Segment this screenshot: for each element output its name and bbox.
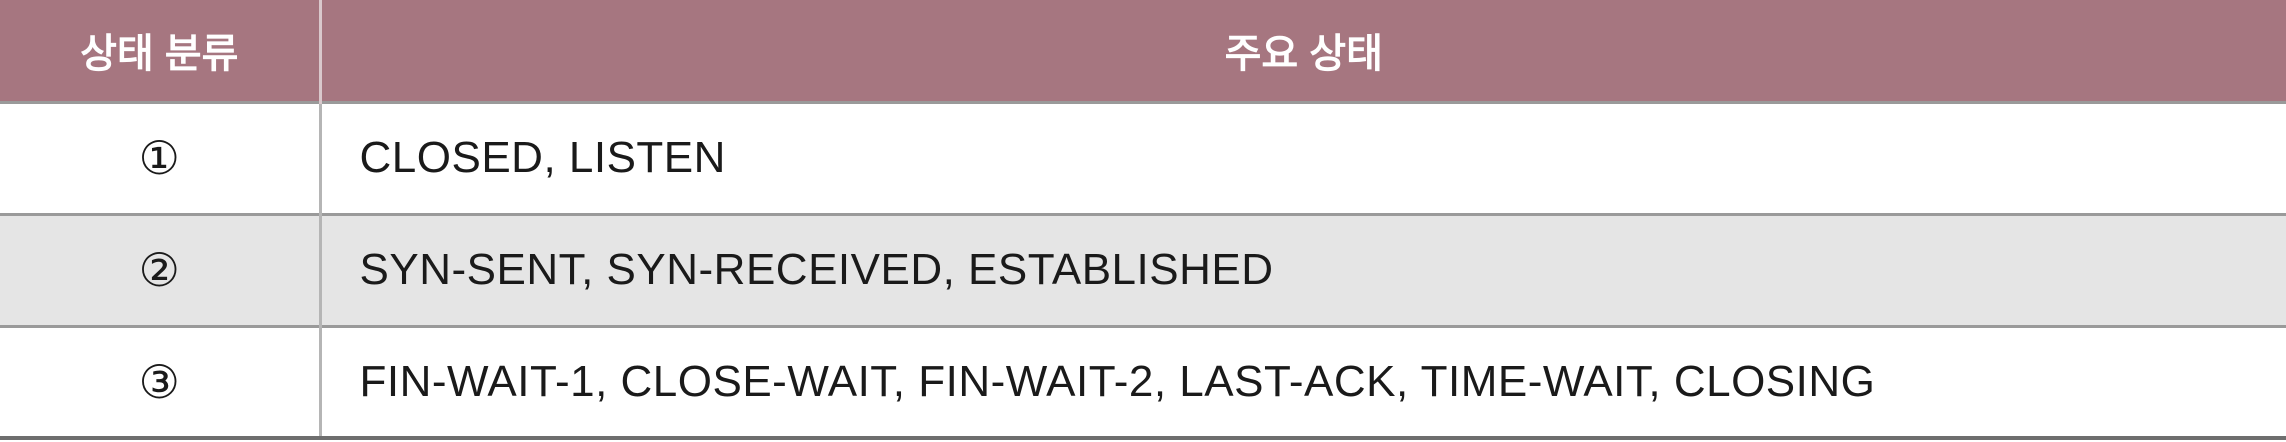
table-row: ② SYN-SENT, SYN-RECEIVED, ESTABLISHED — [0, 212, 2286, 326]
header-category: 상태 분류 — [0, 0, 322, 102]
table-row: ① CLOSED, LISTEN — [0, 100, 2286, 214]
row-category: ② — [0, 212, 322, 326]
row-category: ① — [0, 100, 322, 214]
table-body: ① CLOSED, LISTEN ② SYN-SENT, SYN-RECEIVE… — [0, 100, 2286, 440]
row-states: SYN-SENT, SYN-RECEIVED, ESTABLISHED — [320, 212, 2286, 326]
row-states: CLOSED, LISTEN — [320, 100, 2286, 214]
row-category: ③ — [0, 324, 322, 440]
tcp-state-table-container: 상태 분류 주요 상태 ① CLOSED, LISTEN ② SYN-SENT,… — [0, 0, 2286, 442]
header-row: 상태 분류 주요 상태 — [0, 0, 2286, 102]
header-main-states: 주요 상태 — [320, 0, 2286, 102]
table-row: ③ FIN-WAIT-1, CLOSE-WAIT, FIN-WAIT-2, LA… — [0, 324, 2286, 440]
tcp-state-table: 상태 분류 주요 상태 ① CLOSED, LISTEN ② SYN-SENT,… — [0, 0, 2286, 440]
row-states: FIN-WAIT-1, CLOSE-WAIT, FIN-WAIT-2, LAST… — [320, 324, 2286, 440]
table-header: 상태 분류 주요 상태 — [0, 0, 2286, 102]
